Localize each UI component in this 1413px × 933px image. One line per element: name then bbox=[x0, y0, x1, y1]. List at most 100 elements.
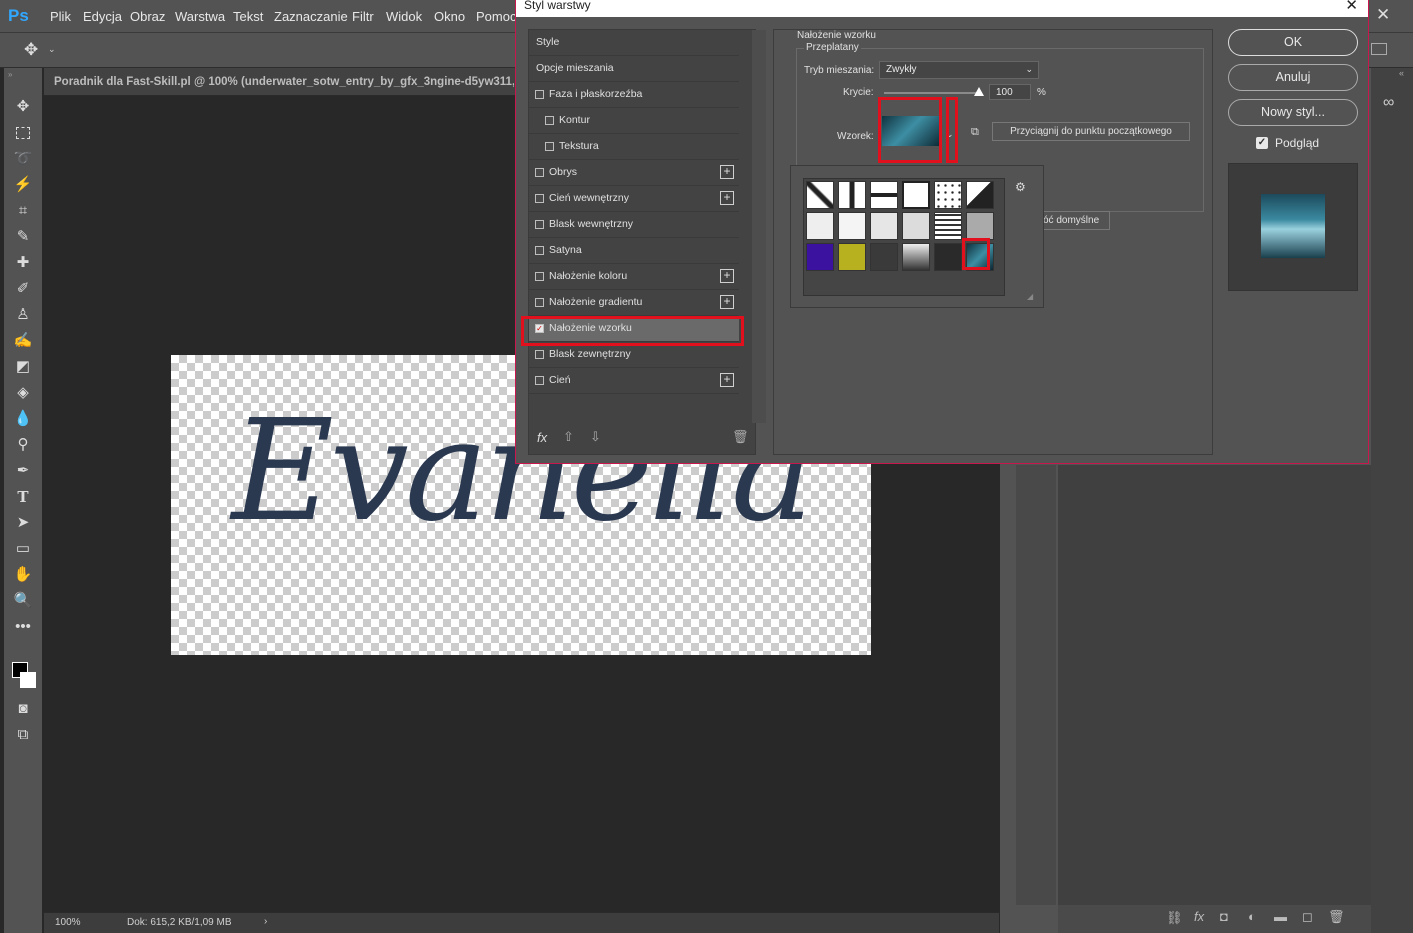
pattern-swatch[interactable] bbox=[966, 181, 994, 209]
adjustment-icon[interactable]: ◐ bbox=[1248, 909, 1256, 924]
style-checkbox[interactable] bbox=[535, 194, 544, 203]
collapse-icon[interactable]: » bbox=[8, 70, 12, 79]
type-tool-icon[interactable]: T bbox=[12, 486, 34, 508]
style-list-item[interactable]: Blask wewnętrzny bbox=[529, 212, 739, 238]
creative-cloud-icon[interactable]: ∞ bbox=[1383, 94, 1394, 112]
background-color-swatch[interactable] bbox=[20, 672, 36, 688]
eyedropper-icon[interactable]: ✎ bbox=[12, 226, 34, 248]
add-effect-icon[interactable]: + bbox=[720, 295, 734, 309]
trash-icon[interactable]: 🗑 bbox=[1328, 909, 1345, 925]
move-tool-icon[interactable]: ✥ bbox=[24, 40, 38, 60]
reset-default-button[interactable]: óć domyślne bbox=[1040, 211, 1110, 230]
pattern-swatch[interactable] bbox=[838, 243, 866, 271]
menu-okno[interactable]: Okno bbox=[434, 9, 465, 24]
style-checkbox[interactable] bbox=[535, 220, 544, 229]
pattern-swatch[interactable] bbox=[870, 212, 898, 240]
chevron-down-icon[interactable]: ⌄ bbox=[48, 44, 56, 55]
menu-obraz[interactable]: Obraz bbox=[130, 9, 165, 24]
style-checkbox[interactable] bbox=[545, 116, 554, 125]
healing-brush-icon[interactable]: ✚ bbox=[12, 252, 34, 274]
style-list-item[interactable]: Style bbox=[529, 30, 739, 56]
blur-tool-icon[interactable]: 💧 bbox=[12, 408, 34, 430]
menu-zaznaczanie[interactable]: Zaznaczanie bbox=[274, 9, 348, 24]
brush-tool-icon[interactable]: ✐ bbox=[12, 278, 34, 300]
link-icon[interactable]: ⛓ bbox=[1166, 910, 1183, 926]
move-tool-icon[interactable]: ✥ bbox=[12, 96, 34, 118]
dodge-tool-icon[interactable]: ⚲ bbox=[12, 434, 34, 456]
style-list-item[interactable]: Nałożenie koloru + bbox=[529, 264, 739, 290]
pattern-swatch[interactable] bbox=[902, 212, 930, 240]
style-list-item[interactable]: Nałożenie gradientu + bbox=[529, 290, 739, 316]
expand-icon[interactable]: « bbox=[1399, 68, 1404, 78]
style-list-item[interactable]: Cień wewnętrzny + bbox=[529, 186, 739, 212]
add-effect-icon[interactable]: + bbox=[720, 269, 734, 283]
new-layer-icon[interactable]: ◻ bbox=[1302, 909, 1313, 925]
menu-warstwa[interactable]: Warstwa bbox=[175, 9, 225, 24]
dialog-titlebar[interactable]: Styl warstwy ✕ bbox=[516, 0, 1368, 17]
history-brush-icon[interactable]: ✍ bbox=[12, 330, 34, 352]
screen-mode-icon[interactable]: ⧉ bbox=[12, 724, 34, 746]
more-tools-icon[interactable]: ••• bbox=[12, 616, 34, 638]
style-list-item[interactable]: Obrys + bbox=[529, 160, 739, 186]
style-list-item[interactable]: Tekstura bbox=[529, 134, 739, 160]
menu-filtr[interactable]: Filtr bbox=[352, 9, 374, 24]
style-list-item[interactable]: Satyna bbox=[529, 238, 739, 264]
window-close-icon[interactable]: ✕ bbox=[1376, 5, 1390, 25]
mask-icon[interactable]: ◘ bbox=[1220, 909, 1228, 924]
style-checkbox[interactable] bbox=[535, 272, 544, 281]
add-effect-icon[interactable]: + bbox=[720, 191, 734, 205]
blend-mode-select[interactable]: Zwykły ⌄ bbox=[879, 61, 1039, 79]
pattern-swatch[interactable] bbox=[934, 243, 962, 271]
workspace-icon[interactable] bbox=[1371, 43, 1387, 55]
style-list-item[interactable]: Kontur bbox=[529, 108, 739, 134]
paint-bucket-icon[interactable]: ◈ bbox=[12, 382, 34, 404]
fx-menu-button[interactable]: fx bbox=[537, 430, 547, 445]
menu-plik[interactable]: Plik bbox=[50, 9, 71, 24]
rectangle-tool-icon[interactable]: ▭ bbox=[12, 538, 34, 560]
style-list-scrollbar[interactable] bbox=[752, 30, 766, 423]
add-effect-icon[interactable]: + bbox=[720, 165, 734, 179]
style-checkbox[interactable] bbox=[545, 142, 554, 151]
opacity-slider-handle[interactable] bbox=[974, 87, 984, 96]
group-icon[interactable]: ▬ bbox=[1274, 909, 1287, 924]
fx-icon[interactable]: fx bbox=[1194, 909, 1204, 924]
pattern-swatch[interactable] bbox=[806, 181, 834, 209]
style-checkbox[interactable] bbox=[535, 90, 544, 99]
marquee-tool-icon[interactable] bbox=[12, 122, 34, 144]
pattern-swatch[interactable] bbox=[934, 212, 962, 240]
menu-tekst[interactable]: Tekst bbox=[233, 9, 263, 24]
add-effect-icon[interactable]: + bbox=[720, 373, 734, 387]
new-style-button[interactable]: Nowy styl... bbox=[1228, 99, 1358, 126]
pen-tool-icon[interactable]: ✒ bbox=[12, 460, 34, 482]
style-checkbox[interactable] bbox=[535, 246, 544, 255]
style-checkbox[interactable] bbox=[535, 350, 544, 359]
zoom-level[interactable]: 100% bbox=[55, 917, 81, 928]
lasso-tool-icon[interactable]: ➰ bbox=[12, 148, 34, 170]
resize-handle-icon[interactable]: ◢ bbox=[1027, 292, 1033, 301]
eraser-icon[interactable]: ◩ bbox=[12, 356, 34, 378]
pattern-swatch[interactable] bbox=[902, 181, 930, 209]
preview-checkbox[interactable]: ✓ bbox=[1256, 137, 1268, 149]
pattern-swatch[interactable] bbox=[838, 181, 866, 209]
pattern-swatch[interactable] bbox=[806, 243, 834, 271]
hand-tool-icon[interactable]: ✋ bbox=[12, 564, 34, 586]
quick-mask-icon[interactable]: ◙ bbox=[12, 698, 34, 720]
cancel-button[interactable]: Anuluj bbox=[1228, 64, 1358, 91]
pattern-swatch[interactable] bbox=[806, 212, 834, 240]
snap-to-origin-button[interactable]: Przyciągnij do punktu początkowego bbox=[992, 122, 1190, 141]
trash-icon[interactable]: 🗑 bbox=[732, 429, 749, 445]
style-list-item[interactable]: Opcje mieszania bbox=[529, 56, 739, 82]
style-list-item[interactable]: Cień + bbox=[529, 368, 739, 394]
pattern-swatch[interactable] bbox=[870, 243, 898, 271]
style-checkbox[interactable] bbox=[535, 376, 544, 385]
chevron-right-icon[interactable]: › bbox=[264, 916, 267, 927]
style-list-item[interactable]: Faza i płaskorzeźba bbox=[529, 82, 739, 108]
pattern-swatch[interactable] bbox=[838, 212, 866, 240]
opacity-input[interactable]: 100 bbox=[989, 84, 1031, 100]
crop-tool-icon[interactable]: ⌗ bbox=[12, 200, 34, 222]
magic-wand-icon[interactable]: ⚡ bbox=[12, 174, 34, 196]
pattern-swatch[interactable] bbox=[966, 212, 994, 240]
pattern-swatch[interactable] bbox=[934, 181, 962, 209]
gear-icon[interactable]: ⚙ bbox=[1015, 180, 1026, 194]
move-down-icon[interactable]: ⇩ bbox=[590, 429, 601, 445]
